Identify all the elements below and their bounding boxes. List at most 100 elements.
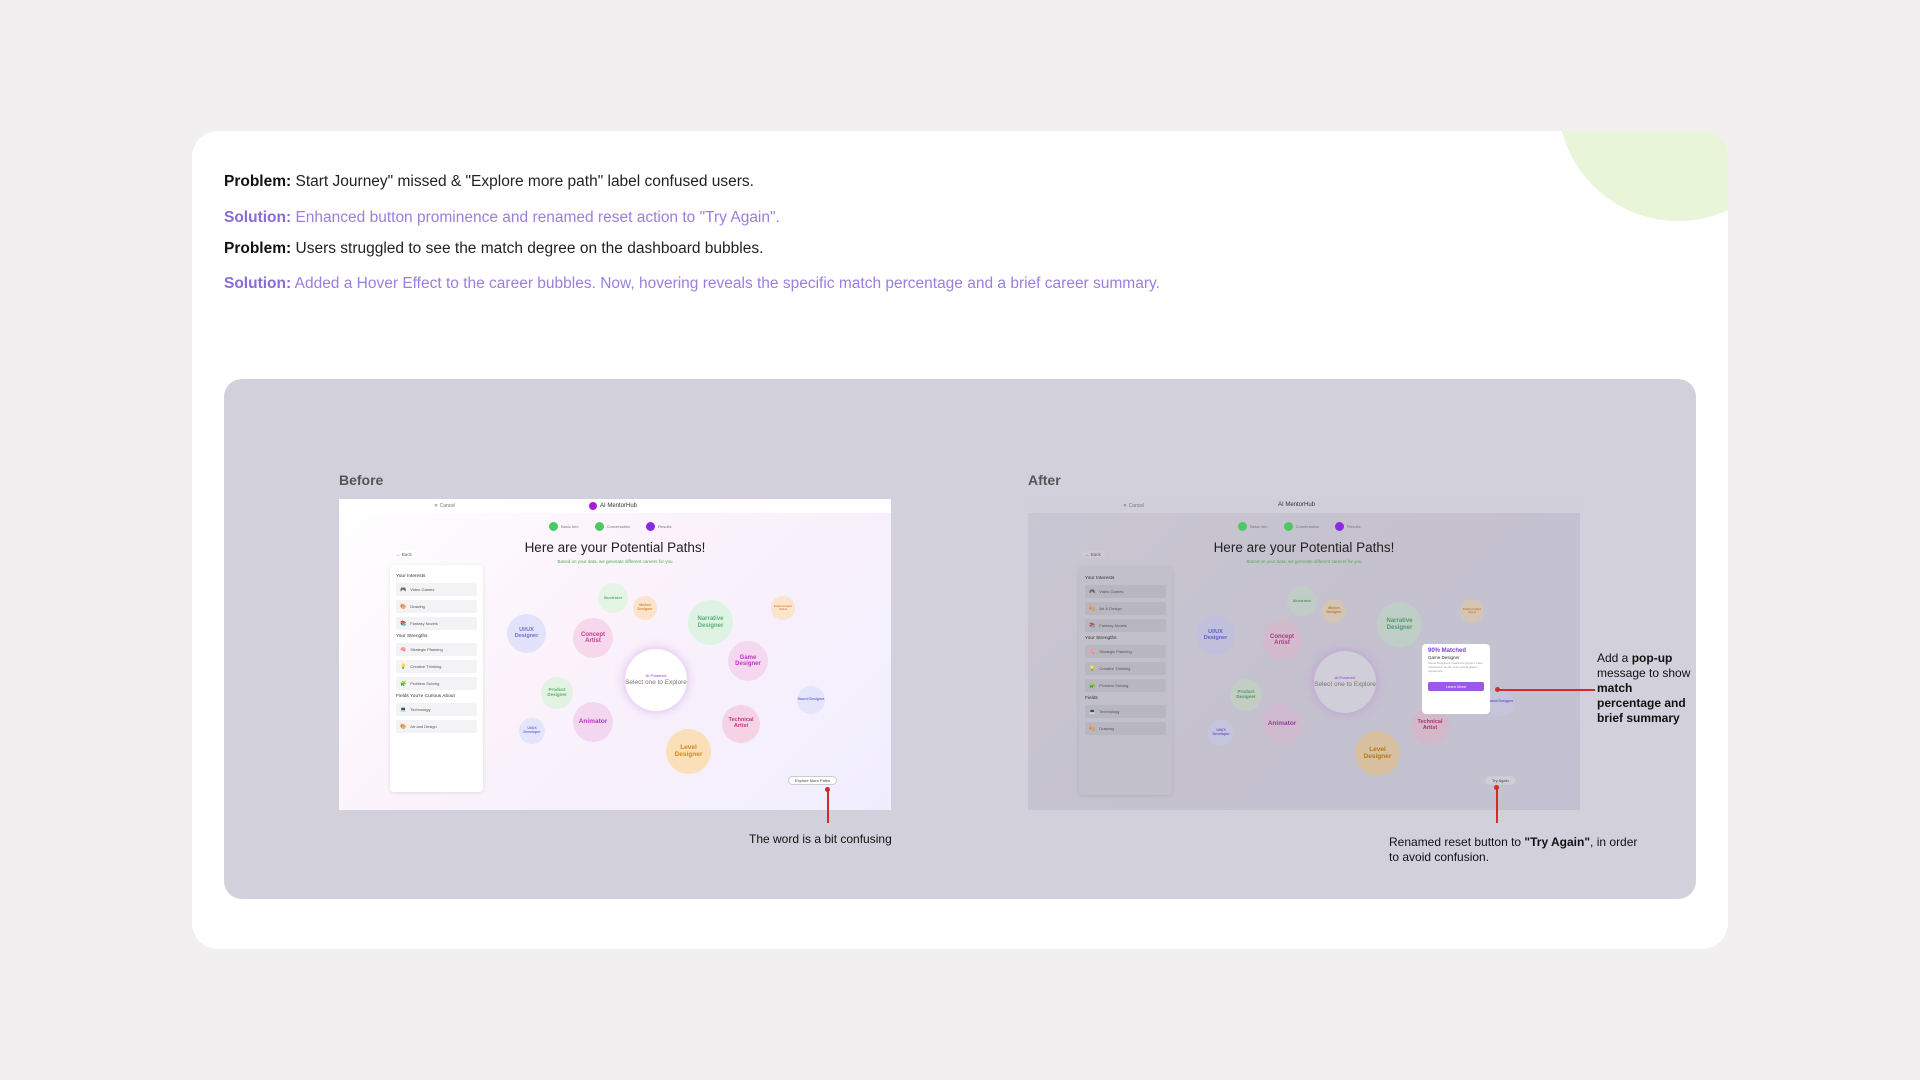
career-bubble[interactable]: UI/UX Developer	[1208, 720, 1234, 746]
annotation-line	[827, 789, 829, 823]
list-item: 💡 Creative Thinking	[1085, 662, 1166, 675]
profile-panel: Your Interests 🎮 Video Games 🎨 Drawing 📚 Fa…	[390, 565, 483, 792]
center-prompt-bubble: AI Powered Select one to Explore	[625, 649, 687, 711]
decorative-blob	[1558, 131, 1728, 221]
brand: AI MentorHub	[589, 502, 637, 510]
check-icon	[594, 522, 604, 531]
brand-name: AI MentorHub	[600, 503, 638, 509]
lightbulb-icon: 💡	[1089, 665, 1096, 672]
popup-role: Game Designer	[1428, 655, 1460, 661]
cancel-link[interactable]: ✕ Cancel	[434, 503, 455, 509]
career-bubble[interactable]: Narrative Designer	[1377, 602, 1422, 647]
career-bubble[interactable]: Environment Artist	[1460, 599, 1484, 623]
laptop-icon: 💻	[1089, 708, 1096, 715]
list-item: 🧠 Strategic Planning	[1085, 645, 1166, 658]
step-basic-info: Basic Info	[549, 522, 579, 531]
career-bubble[interactable]: Illustrator	[598, 583, 628, 613]
current-step-icon	[646, 522, 656, 531]
solution-text: Added a Hover Effect to the career bubbl…	[294, 275, 1160, 292]
palette-icon: 🎨	[400, 723, 407, 730]
problem-2: Problem: Users struggled to see the matc…	[224, 240, 763, 258]
career-bubble[interactable]: Illustrator	[1287, 586, 1317, 616]
cancel-link[interactable]: ✕ Cancel	[1123, 503, 1144, 509]
career-bubble[interactable]: Concept Artist	[1262, 620, 1302, 660]
results-title: Here are your Potential Paths!	[1213, 540, 1395, 555]
career-bubble[interactable]: Product Designer	[541, 677, 573, 709]
step-results: Results	[646, 522, 672, 531]
solution-label: Solution:	[224, 275, 292, 292]
learn-more-button[interactable]: Learn More	[1428, 682, 1484, 692]
before-annotation: The word is a bit confusing	[749, 832, 892, 846]
panel-heading: Your Strengths	[396, 634, 428, 639]
solution-2: Solution: Added a Hover Effect to the ca…	[224, 275, 1160, 293]
palette-icon: 🎨	[1089, 725, 1096, 732]
try-again-button[interactable]: Try Again	[1485, 776, 1516, 785]
problem-label: Problem:	[224, 240, 292, 257]
match-percentage: 90% Matched	[1428, 648, 1467, 654]
career-bubble[interactable]: UI/UX Developer	[519, 718, 545, 744]
profile-panel: Your Interests 🎮 Video Games 🎨 Art & Desig…	[1079, 567, 1172, 795]
step-conversation: Conversation	[594, 522, 630, 531]
brand: AI MentorHub	[1278, 502, 1315, 508]
career-bubble[interactable]: Animator	[573, 702, 613, 742]
career-bubble[interactable]: Level Designer	[666, 729, 711, 774]
progress-steps: Basic Info Conversation Results	[1238, 522, 1361, 531]
career-bubble[interactable]: Animator	[1262, 704, 1302, 744]
palette-icon: 🎨	[400, 603, 407, 610]
explore-more-paths-button[interactable]: Explore More Paths	[788, 776, 838, 785]
after-label: After	[1028, 472, 1061, 488]
lightbulb-icon: 💡	[400, 663, 407, 670]
gamepad-icon: 🎮	[1089, 588, 1096, 595]
problem-1: Problem: Start Journey" missed & "Explor…	[224, 173, 754, 191]
career-bubble[interactable]: Sound Designer	[797, 686, 825, 714]
list-item: 🎨 Drawing	[396, 600, 477, 613]
career-bubble[interactable]: Sound Designer	[1486, 688, 1514, 716]
brain-icon: 🧠	[400, 646, 407, 653]
panel-heading: Your Interests	[1085, 576, 1115, 581]
puzzle-icon: 🧩	[400, 680, 407, 687]
back-button[interactable]: ← Back	[392, 551, 416, 558]
problem-label: Problem:	[224, 173, 292, 190]
list-item: 🎨 Art & Design	[1085, 602, 1166, 615]
step-conversation: Conversation	[1283, 522, 1319, 531]
panel-heading: Your Strengths	[1085, 636, 1117, 641]
career-bubble[interactable]: Level Designer	[1355, 731, 1400, 776]
career-bubble[interactable]: Narrative Designer	[688, 600, 733, 645]
case-study-card: Problem: Start Journey" missed & "Explor…	[192, 131, 1728, 949]
progress-steps: Basic Info Conversation Results	[549, 522, 672, 531]
career-bubble[interactable]: Motion Designer	[1322, 599, 1346, 623]
list-item: 🧠 Strategic Planning	[396, 643, 477, 656]
career-bubble[interactable]: Environment Artist	[771, 596, 795, 620]
match-popup: 90% Matched Game Designer Game Designers…	[1422, 644, 1490, 714]
before-label: Before	[339, 472, 384, 488]
check-icon	[549, 522, 558, 531]
career-bubble[interactable]: Concept Artist	[573, 618, 613, 658]
career-bubble[interactable]: Motion Designer	[633, 596, 657, 620]
career-bubble[interactable]: UI/UX Designer	[507, 614, 546, 653]
panel-heading: Fields	[1085, 696, 1098, 701]
career-bubble[interactable]: Product Designer	[1230, 679, 1262, 711]
before-screenshot: ✕ Cancel AI MentorHub Basic Info Convers…	[339, 499, 891, 810]
check-icon	[1238, 522, 1247, 531]
list-item: 💻 Technology	[396, 703, 477, 716]
center-prompt-text: Select one to Explore	[625, 678, 687, 686]
palette-icon: 🎨	[1089, 605, 1096, 612]
career-bubble[interactable]: UI/UX Designer	[1196, 616, 1235, 655]
brain-icon: 🧠	[1089, 648, 1096, 655]
puzzle-icon: 🧩	[1089, 682, 1096, 689]
results-subtitle: Based on your data, we generate differen…	[1246, 559, 1362, 564]
reset-annotation: Renamed reset button to "Try Again", in …	[1389, 835, 1638, 864]
solution-1: Solution: Enhanced button prominence and…	[224, 209, 780, 227]
popup-summary: Game Designers create the game's rules, …	[1428, 662, 1484, 674]
gamepad-icon: 🎮	[400, 586, 407, 593]
after-screenshot: ✕ Cancel AI MentorHub Basic Info Convers…	[1028, 499, 1580, 810]
problem-text: Users struggled to see the match degree …	[295, 240, 764, 257]
career-bubble[interactable]: Technical Artist	[722, 705, 760, 743]
list-item: 🎮 Video Games	[1085, 585, 1166, 598]
list-item: 🎨 Drawing	[1085, 722, 1166, 735]
center-prompt-text: Select one to Explore	[1314, 680, 1376, 688]
career-bubble[interactable]: Game Designer	[728, 641, 768, 681]
back-button[interactable]: ← Back	[1081, 551, 1105, 558]
books-icon: 📚	[1089, 622, 1096, 629]
problem-text: Start Journey" missed & "Explore more pa…	[295, 173, 754, 190]
